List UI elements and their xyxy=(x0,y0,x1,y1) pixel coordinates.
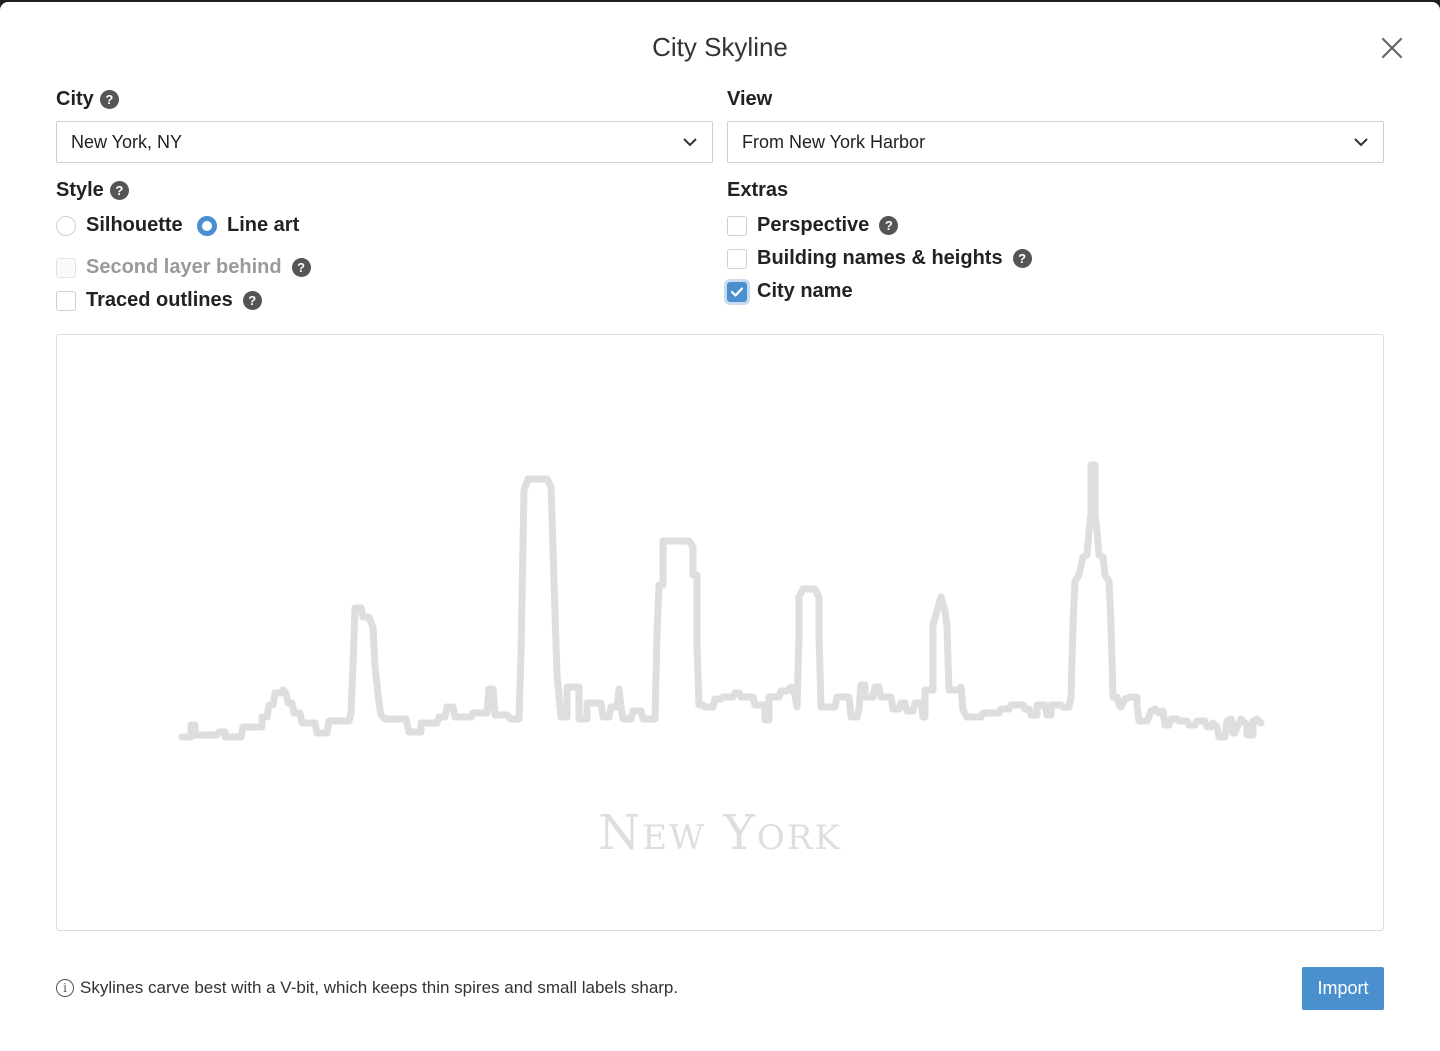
traced-outlines-option[interactable]: Traced outlines ? xyxy=(56,289,262,312)
city-select[interactable]: New York, NY xyxy=(56,121,713,163)
second-layer-help-icon[interactable]: ? xyxy=(291,258,311,277)
city-name-option[interactable]: City name xyxy=(727,280,853,303)
second-layer-option: Second layer behind ? xyxy=(56,256,311,279)
city-select-value: New York, NY xyxy=(71,131,183,152)
close-icon[interactable] xyxy=(1378,34,1406,62)
city-skyline-dialog: City Skyline City ? New York, NY View Fr… xyxy=(0,2,1440,1051)
view-label-group: View xyxy=(727,88,772,111)
city-help-icon[interactable]: ? xyxy=(99,90,119,109)
traced-outlines-help-icon[interactable]: ? xyxy=(242,291,262,310)
building-names-label: Building names & heights xyxy=(757,247,1003,269)
info-text: Skylines carve best with a V-bit, which … xyxy=(80,978,679,997)
city-name-checkbox[interactable] xyxy=(727,281,747,302)
line-art-radio[interactable] xyxy=(197,215,217,236)
dialog-title: City Skyline xyxy=(652,32,788,62)
info-icon: i xyxy=(56,979,74,997)
perspective-help-icon[interactable]: ? xyxy=(879,216,899,235)
perspective-label: Perspective xyxy=(757,214,870,236)
perspective-checkbox[interactable] xyxy=(727,215,747,236)
second-layer-checkbox xyxy=(56,257,76,278)
style-label-group: Style ? xyxy=(56,179,129,202)
line-art-label: Line art xyxy=(227,214,300,236)
style-label: Style xyxy=(56,179,104,201)
city-name-label: City name xyxy=(757,280,853,302)
traced-outlines-label: Traced outlines xyxy=(86,289,233,311)
second-layer-label: Second layer behind xyxy=(86,256,282,278)
silhouette-label: Silhouette xyxy=(86,214,183,236)
traced-outlines-checkbox[interactable] xyxy=(56,290,76,311)
style-radio-line-art[interactable]: Line art xyxy=(197,214,299,237)
info-note: i Skylines carve best with a V-bit, whic… xyxy=(56,978,678,998)
city-label-group: City ? xyxy=(56,88,119,111)
chevron-down-icon xyxy=(683,138,697,147)
building-names-help-icon[interactable]: ? xyxy=(1012,249,1032,268)
style-help-icon[interactable]: ? xyxy=(109,181,129,200)
view-select[interactable]: From New York Harbor xyxy=(727,121,1384,163)
preview-city-name: New York xyxy=(598,805,842,861)
chevron-down-icon xyxy=(1354,138,1368,147)
building-names-option[interactable]: Building names & heights ? xyxy=(727,247,1032,270)
style-radio-silhouette[interactable]: Silhouette xyxy=(56,214,183,237)
checkmark-icon xyxy=(730,286,744,297)
skyline-preview: New York xyxy=(56,334,1384,931)
extras-label-group: Extras xyxy=(727,179,788,202)
perspective-option[interactable]: Perspective ? xyxy=(727,214,899,237)
silhouette-radio[interactable] xyxy=(56,215,76,236)
import-button[interactable]: Import xyxy=(1302,967,1384,1010)
city-label: City xyxy=(56,88,94,110)
extras-label: Extras xyxy=(727,179,789,201)
view-select-value: From New York Harbor xyxy=(742,131,926,152)
view-label: View xyxy=(727,88,773,110)
building-names-checkbox[interactable] xyxy=(727,248,747,269)
